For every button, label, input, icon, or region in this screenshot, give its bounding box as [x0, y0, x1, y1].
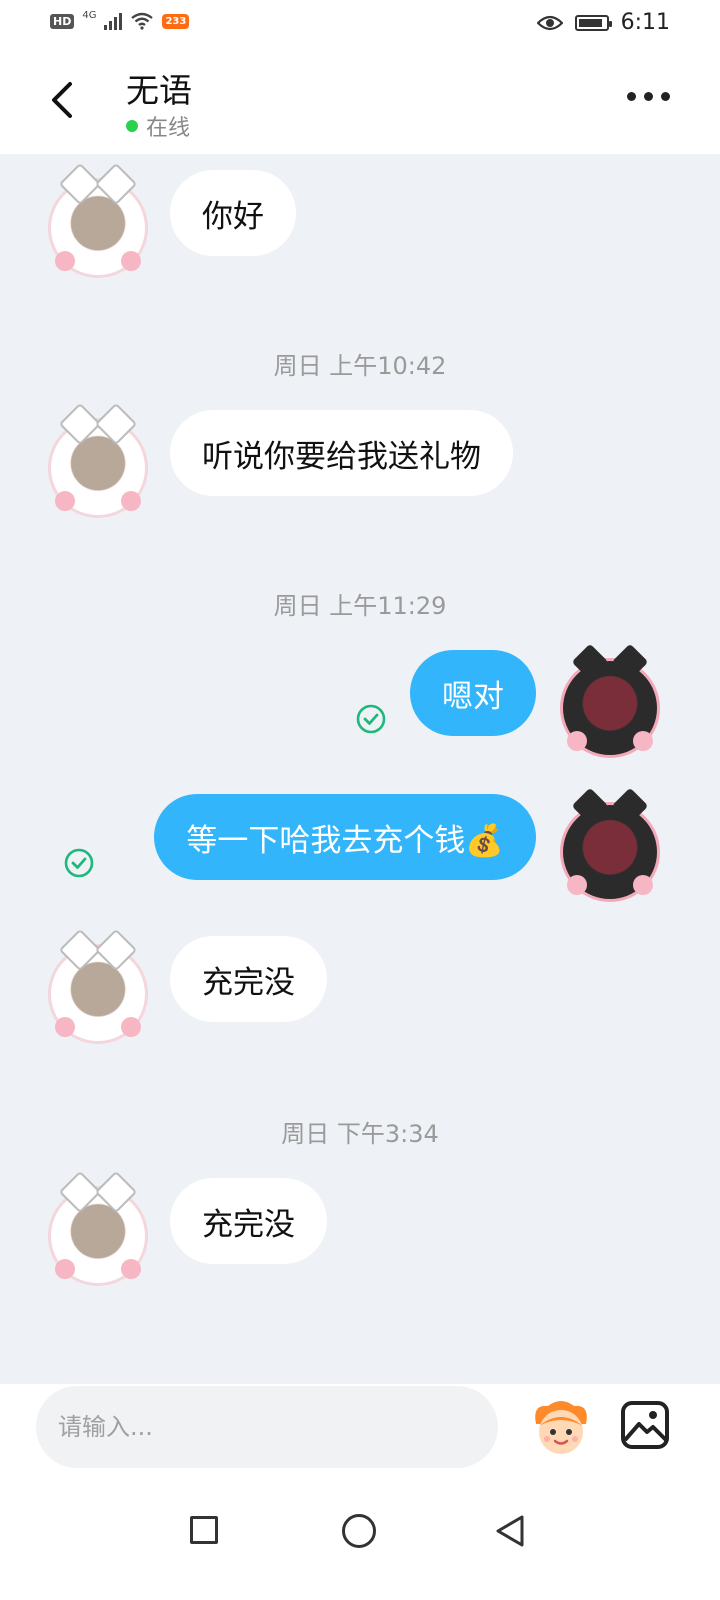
timestamp: 周日 上午11:29 [273, 592, 447, 620]
my-avatar[interactable] [560, 643, 660, 758]
status-left: HD 4G 233 [50, 9, 190, 30]
hd-indicator: HD [50, 13, 75, 29]
message-bubble-outgoing[interactable]: 等一下哈我去充个钱💰 [154, 794, 536, 880]
signal-icon [104, 12, 123, 30]
message-bubble-incoming[interactable]: 听说你要给我送礼物 [170, 410, 513, 496]
contact-avatar[interactable] [48, 928, 148, 1044]
message-bubble-incoming[interactable]: 你好 [170, 170, 296, 256]
status-right: 6:11 [536, 10, 670, 35]
home-circle-icon[interactable] [342, 1514, 376, 1548]
more-options-icon[interactable] [627, 92, 670, 101]
clock: 6:11 [620, 10, 670, 35]
system-nav-bar [0, 1474, 720, 1600]
read-check-icon [356, 704, 386, 734]
emoji-sticker-icon[interactable] [528, 1394, 594, 1460]
contact-avatar[interactable] [48, 162, 148, 278]
message-input[interactable] [36, 1386, 498, 1468]
presence-label: 在线 [146, 116, 191, 141]
eye-icon [536, 15, 563, 30]
recents-square-icon[interactable] [190, 1516, 218, 1544]
chat-area[interactable]: 你好 周日 上午10:42 听说你要给我送礼物 周日 上午11:29 嗯对 等一… [0, 154, 720, 1384]
image-icon[interactable] [620, 1400, 670, 1450]
contact-name[interactable]: 无语 [126, 64, 192, 112]
back-arrow-icon[interactable] [44, 80, 80, 120]
contact-avatar[interactable] [48, 1170, 148, 1286]
app-notification-badge: 233 [162, 13, 190, 29]
back-triangle-icon[interactable] [494, 1514, 526, 1548]
chat-header: 无语 在线 [0, 50, 720, 154]
contact-avatar[interactable] [48, 402, 148, 518]
message-bubble-incoming[interactable]: 充完没 [170, 936, 327, 1022]
message-bubble-outgoing[interactable]: 嗯对 [410, 650, 536, 736]
status-bar: HD 4G 233 6:11 [0, 0, 720, 50]
presence-status: 在线 [126, 110, 190, 142]
timestamp: 周日 上午10:42 [273, 352, 447, 380]
battery-fill [578, 18, 602, 27]
online-dot-icon [126, 120, 138, 132]
network-type: 4G [82, 9, 97, 21]
my-avatar[interactable] [560, 787, 660, 902]
battery-icon [574, 14, 612, 31]
timestamp: 周日 下午3:34 [281, 1120, 439, 1148]
message-bubble-incoming[interactable]: 充完没 [170, 1178, 327, 1264]
composer-bar [0, 1384, 720, 1474]
read-check-icon [64, 848, 94, 878]
wifi-icon [131, 12, 154, 30]
